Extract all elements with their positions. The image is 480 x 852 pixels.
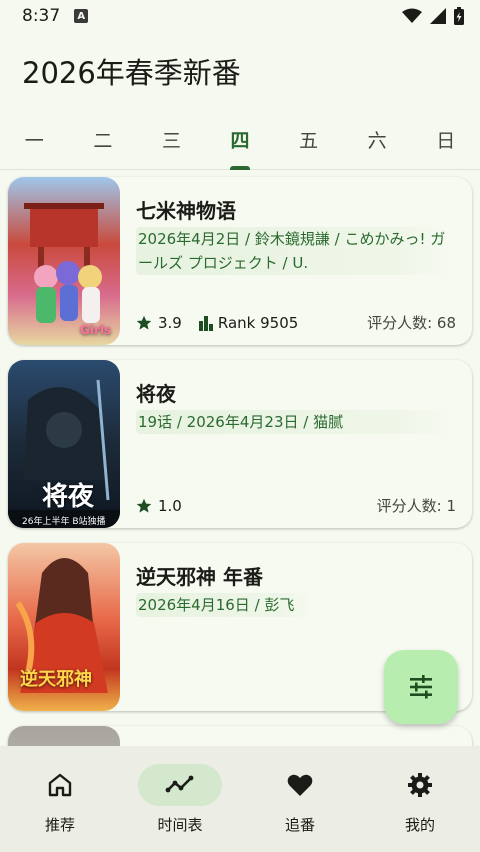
status-icons xyxy=(402,7,464,25)
anime-title: 七米神物语 xyxy=(136,199,236,223)
nav-icon-container xyxy=(138,764,222,806)
star-icon xyxy=(136,315,152,330)
notification-a-icon: A xyxy=(74,9,89,23)
cover-logo-text: 将夜 xyxy=(42,482,95,512)
settings-icon xyxy=(408,773,432,797)
anime-meta: 2026年4月16日 / 彭飞 xyxy=(136,593,316,617)
tab-tuesday[interactable]: 二 xyxy=(69,110,138,169)
raters-count: 评分人数: 1 xyxy=(376,497,456,515)
anime-cover-image: Girls xyxy=(8,177,120,345)
anime-card[interactable]: 将夜 26年上半年 B站独播 将夜 19话 / 2026年4月23日 / 猫腻 … xyxy=(8,360,472,528)
nav-icon-container xyxy=(378,764,462,806)
tab-sunday[interactable]: 日 xyxy=(411,110,480,169)
cover-subtext: 26年上半年 B站独播 xyxy=(22,517,106,527)
anime-card[interactable] xyxy=(8,726,472,746)
tab-thursday[interactable]: 四 xyxy=(206,110,275,169)
nav-label: 推荐 xyxy=(44,816,75,834)
nav-icon-container xyxy=(258,764,342,806)
bottom-navigation: 推荐 时间表 追番 我的 xyxy=(0,746,480,852)
anime-footer: 3.9 Rank 9505 评分人数: 68 xyxy=(136,312,456,333)
raters-count: 评分人数: 68 xyxy=(367,314,456,332)
nav-following[interactable]: 追番 xyxy=(240,746,360,852)
rating-value: 1.0 xyxy=(158,496,182,515)
tab-friday[interactable]: 五 xyxy=(274,110,343,169)
wifi-icon xyxy=(402,8,422,23)
star-icon xyxy=(136,498,152,513)
anime-title: 将夜 xyxy=(136,382,176,406)
anime-title: 逆天邪神 年番 xyxy=(136,565,263,589)
weekday-tabs: 一 二 三 四 五 六 日 xyxy=(0,110,480,170)
anime-cover-image: 逆天邪神 xyxy=(8,543,120,711)
nav-label: 时间表 xyxy=(157,816,203,834)
anime-cover-image xyxy=(8,726,120,746)
nav-mine[interactable]: 我的 xyxy=(360,746,480,852)
cover-logo-text: Girls xyxy=(80,323,112,337)
anime-cover-image: 将夜 26年上半年 B站独播 xyxy=(8,360,120,528)
anime-meta: 2026年4月2日 / 鈴木鏡規謙 / こめかみっ! ガールズ プロジェクト /… xyxy=(136,227,456,275)
nav-recommend[interactable]: 推荐 xyxy=(0,746,120,852)
anime-card[interactable]: Girls 七米神物语 2026年4月2日 / 鈴木鏡規謙 / こめかみっ! ガ… xyxy=(8,177,472,345)
status-bar: 8:37 A xyxy=(0,0,480,32)
tab-monday[interactable]: 一 xyxy=(0,110,69,169)
nav-schedule[interactable]: 时间表 xyxy=(120,746,240,852)
status-time: 8:37 xyxy=(22,6,61,26)
battery-icon xyxy=(454,7,464,25)
nav-label: 我的 xyxy=(404,816,435,834)
anime-footer: 1.0 评分人数: 1 xyxy=(136,495,456,516)
tune-icon xyxy=(410,675,432,699)
rating-value: 3.9 xyxy=(158,313,182,332)
rank-value: Rank 9505 xyxy=(217,313,299,332)
trend-icon xyxy=(165,775,194,793)
nav-icon-container xyxy=(18,764,102,806)
bar-chart-icon xyxy=(198,315,213,331)
home-icon xyxy=(48,773,72,797)
tab-saturday[interactable]: 六 xyxy=(343,110,412,169)
page-title: 2026年春季新番 xyxy=(22,56,241,90)
anime-meta: 19话 / 2026年4月23日 / 猫腻 xyxy=(136,410,456,434)
signal-icon xyxy=(430,8,446,24)
filter-fab-button[interactable] xyxy=(384,650,458,724)
tab-wednesday[interactable]: 三 xyxy=(137,110,206,169)
heart-icon xyxy=(287,774,313,796)
cover-logo-text: 逆天邪神 xyxy=(20,669,92,690)
cover-illustration xyxy=(24,203,104,323)
nav-label: 追番 xyxy=(284,816,315,834)
